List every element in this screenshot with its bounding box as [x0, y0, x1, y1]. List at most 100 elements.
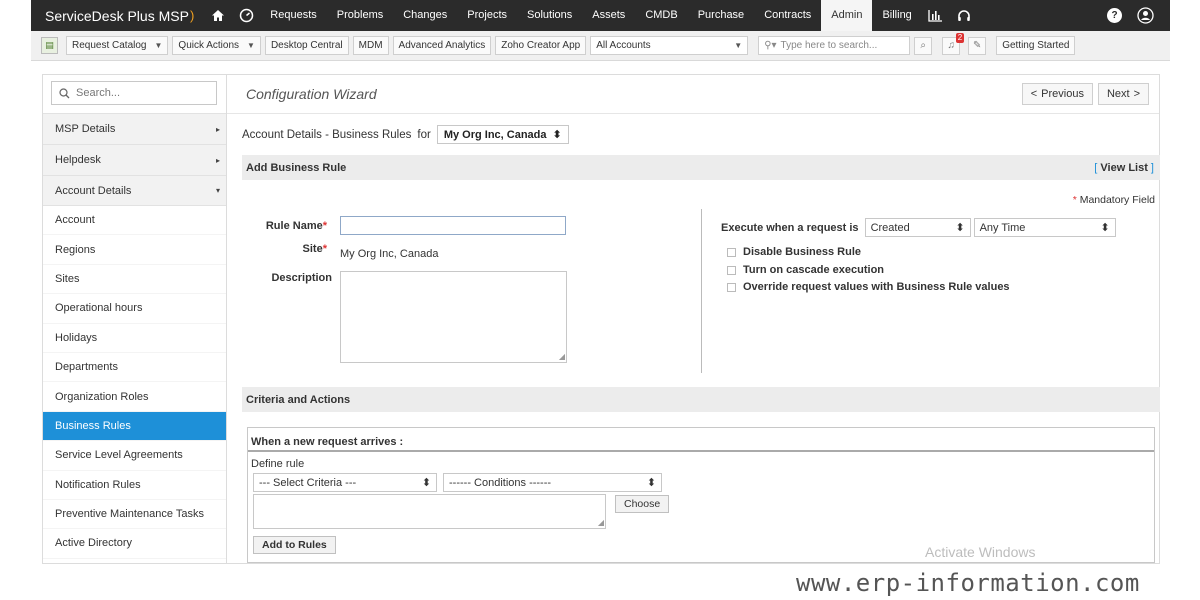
- zoho-creator-button[interactable]: Zoho Creator App: [495, 36, 587, 55]
- nav-admin[interactable]: Admin: [821, 0, 873, 31]
- sidebar-item-sites[interactable]: Sites: [43, 265, 226, 295]
- cascade-execution-option[interactable]: Turn on cascade execution: [727, 264, 884, 276]
- sidebar-item-organization-roles[interactable]: Organization Roles: [43, 382, 226, 412]
- criteria-value-textarea[interactable]: ◢: [253, 494, 606, 529]
- new-request-icon[interactable]: ▤: [41, 37, 58, 54]
- sidebar-item-service-level-agreements[interactable]: Service Level Agreements: [43, 441, 226, 471]
- add-to-rules-button[interactable]: Add to Rules: [253, 536, 336, 554]
- sidebar-group-account-details[interactable]: Account Details ▾: [43, 175, 226, 206]
- nav-solutions[interactable]: Solutions: [517, 0, 582, 31]
- sidebar-search-input[interactable]: Search...: [51, 81, 217, 105]
- user-account-icon[interactable]: [1136, 0, 1154, 31]
- home-icon[interactable]: [204, 0, 232, 31]
- sidebar-group-msp-details[interactable]: MSP Details ▸: [43, 113, 226, 144]
- sidebar-item-active-directory[interactable]: Active Directory: [43, 529, 226, 559]
- request-catalog-button[interactable]: Request Catalog ▼: [66, 36, 169, 55]
- conditions-dropdown[interactable]: ------ Conditions ------ ⬍: [443, 473, 662, 492]
- account-context-line: Account Details - Business Rules for My …: [242, 125, 569, 144]
- override-values-option[interactable]: Override request values with Business Ru…: [727, 281, 1010, 293]
- criteria-actions-header: Criteria and Actions: [242, 387, 1160, 412]
- sidebar-item-operational-hours[interactable]: Operational hours: [43, 294, 226, 324]
- sidebar-item-regions[interactable]: Regions: [43, 235, 226, 265]
- sidebar-item-preventive-maintenance-tasks[interactable]: Preventive Maintenance Tasks: [43, 500, 226, 530]
- nav-requests[interactable]: Requests: [260, 0, 326, 31]
- account-select[interactable]: All Accounts ▼: [590, 36, 749, 55]
- select-arrows-icon: ⬍: [955, 222, 965, 234]
- mdm-button[interactable]: MDM: [352, 36, 389, 55]
- execute-time-value: Any Time: [979, 221, 1026, 234]
- sidebar-item-departments[interactable]: Departments: [43, 353, 226, 383]
- next-button[interactable]: Next >: [1097, 83, 1149, 105]
- criteria-select-row: --- Select Criteria --- ⬍ ------ Conditio…: [253, 473, 662, 492]
- search-go-icon[interactable]: ⌕: [914, 36, 933, 55]
- description-label: Description: [271, 272, 332, 284]
- nav-purchase[interactable]: Purchase: [688, 0, 754, 31]
- feather-icon[interactable]: ✎: [968, 36, 987, 55]
- nav-projects[interactable]: Projects: [457, 0, 517, 31]
- disable-business-rule-option[interactable]: Disable Business Rule: [727, 246, 861, 258]
- sidebar-group-label: Account Details: [55, 184, 132, 197]
- rule-name-label: Rule Name*: [265, 220, 327, 232]
- main-panel: Configuration Wizard < Previous Next > Acc…: [226, 74, 1160, 564]
- rule-name-input[interactable]: [340, 216, 566, 235]
- sidebar-item-account[interactable]: Account: [43, 206, 226, 236]
- desktop-central-button[interactable]: Desktop Central: [264, 36, 349, 55]
- toolbar: ▤ Request Catalog ▼ Quick Actions ▼ Deskto…: [31, 31, 1170, 61]
- nav-contracts[interactable]: Contracts: [754, 0, 821, 31]
- page-title: Configuration Wizard: [246, 86, 377, 102]
- view-list-link[interactable]: [ View List ]: [1094, 162, 1154, 174]
- chevron-down-icon: ▼: [247, 41, 255, 50]
- mandatory-note: * Mandatory Field: [1072, 194, 1155, 206]
- org-select[interactable]: My Org Inc, Canada ⬍: [436, 125, 569, 144]
- chevron-down-icon: ▼: [734, 41, 743, 50]
- account-context-label: Account Details - Business Rules: [242, 128, 412, 141]
- resize-handle-icon[interactable]: ◢: [559, 352, 565, 361]
- select-arrows-icon: ⬍: [1100, 222, 1110, 234]
- description-textarea[interactable]: ◢: [340, 271, 567, 363]
- getting-started-button[interactable]: Getting Started: [996, 36, 1076, 55]
- override-values-checkbox[interactable]: [727, 282, 736, 292]
- nav-cmdb[interactable]: CMDB: [635, 0, 687, 31]
- site-label: Site*: [302, 243, 327, 255]
- quick-actions-label: Quick Actions: [178, 40, 240, 51]
- site-watermark: www.erp-information.com: [796, 569, 1140, 597]
- choose-button[interactable]: Choose: [615, 495, 670, 513]
- next-label: Next: [1106, 88, 1130, 100]
- view-list-label: View List: [1100, 161, 1148, 174]
- cascade-execution-checkbox[interactable]: [727, 265, 736, 275]
- global-search-input[interactable]: ⚲▾ Type here to search...: [758, 36, 911, 55]
- admin-sidebar: Search... MSP Details ▸ Helpdesk ▸ Accou…: [42, 74, 226, 564]
- dashboard-gauge-icon[interactable]: [232, 0, 260, 31]
- new-request-arrives-heading: When a new request arrives :: [248, 428, 1154, 452]
- select-criteria-dropdown[interactable]: --- Select Criteria --- ⬍: [253, 473, 437, 492]
- execute-event-select[interactable]: Created ⬍: [864, 218, 971, 237]
- search-placeholder: Type here to search...: [780, 40, 878, 51]
- wizard-header: Configuration Wizard < Previous Next >: [227, 75, 1159, 114]
- search-icon: [59, 87, 70, 98]
- help-icon[interactable]: ?: [1107, 8, 1122, 23]
- sidebar-group-helpdesk[interactable]: Helpdesk ▸: [43, 144, 226, 175]
- nav-problems[interactable]: Problems: [327, 0, 393, 31]
- resize-handle-icon[interactable]: ◢: [598, 518, 604, 527]
- notification-count-badge: 2: [955, 32, 965, 43]
- conditions-value: ------ Conditions ------: [449, 476, 552, 489]
- quick-actions-button[interactable]: Quick Actions ▼: [172, 36, 261, 55]
- execute-time-select[interactable]: Any Time ⬍: [973, 218, 1116, 237]
- previous-button[interactable]: < Previous: [1021, 83, 1093, 105]
- site-value: My Org Inc, Canada: [340, 248, 439, 260]
- advanced-analytics-button[interactable]: Advanced Analytics: [392, 36, 492, 55]
- nav-changes[interactable]: Changes: [393, 0, 457, 31]
- brand-logo[interactable]: ServiceDesk Plus MSP): [45, 8, 194, 24]
- sidebar-item-business-rules[interactable]: Business Rules: [43, 411, 226, 442]
- nav-assets[interactable]: Assets: [582, 0, 635, 31]
- checkbox-label: Override request values with Business Ru…: [743, 281, 1010, 293]
- nav-billing[interactable]: Billing: [872, 0, 921, 31]
- add-business-rule-header: Add Business Rule [ View List ]: [242, 155, 1160, 180]
- sidebar-item-notification-rules[interactable]: Notification Rules: [43, 471, 226, 500]
- reports-chart-icon[interactable]: [922, 0, 950, 31]
- headset-support-icon[interactable]: [950, 0, 978, 31]
- disable-business-rule-checkbox[interactable]: [727, 247, 736, 257]
- sidebar-item-holidays[interactable]: Holidays: [43, 324, 226, 353]
- notifications-bell-icon[interactable]: ♫ 2: [942, 32, 965, 55]
- section-title: Add Business Rule: [246, 161, 347, 174]
